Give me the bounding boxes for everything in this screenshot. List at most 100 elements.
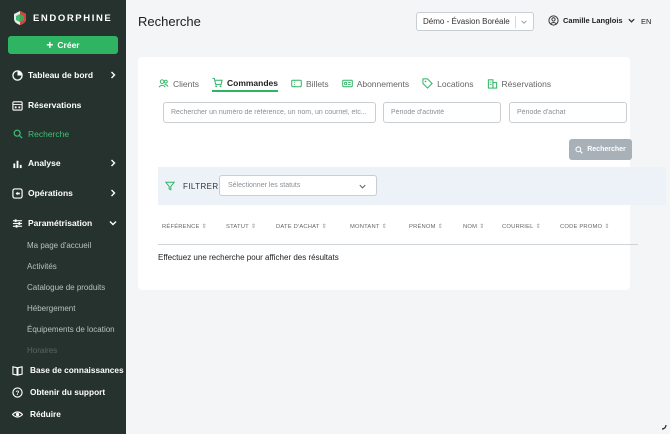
sidebar-item-label: Analyse xyxy=(28,158,61,168)
search-icon xyxy=(575,145,583,154)
sidebar-item-label: Opérations xyxy=(28,188,73,198)
sidebar-subitem-product-catalog[interactable]: Catalogue de produits xyxy=(27,283,105,292)
column-header-last-name[interactable]: NOM ⇕ xyxy=(463,223,485,231)
ticket-icon xyxy=(291,78,302,89)
sliders-icon xyxy=(12,218,23,229)
brand-name: ENDORPHINE xyxy=(33,12,113,24)
results-table-header: RÉFÉRENCE ⇕ STATUT ⇕ DATE D'ACHAT ⇕ MONTANT… xyxy=(158,217,638,245)
sort-icon: ⇕ xyxy=(201,224,207,230)
calendar-icon xyxy=(12,100,23,111)
sidebar-item-search[interactable]: Recherche xyxy=(0,124,126,144)
sort-icon: ⇕ xyxy=(321,224,327,230)
filter-bar: FILTRER Sélectionner les statuts xyxy=(158,167,666,205)
language-toggle[interactable]: EN xyxy=(641,17,651,26)
sidebar-subitem-schedules[interactable]: Horaires xyxy=(27,346,57,355)
search-button[interactable]: Rechercher xyxy=(569,139,632,160)
sidebar-item-label: Base de connaissances xyxy=(30,365,124,375)
card-icon xyxy=(341,78,353,89)
page-title: Recherche xyxy=(138,14,201,29)
sidebar-item-analysis[interactable]: Analyse xyxy=(0,153,126,173)
sidebar-item-label: Réduire xyxy=(30,409,61,419)
sort-icon: ⇕ xyxy=(604,224,610,230)
filter-label: FILTRER xyxy=(183,181,219,191)
cart-icon xyxy=(212,77,223,88)
sidebar-item-support[interactable]: ? Obtenir du support xyxy=(0,383,126,401)
column-header-reference[interactable]: RÉFÉRENCE ⇕ xyxy=(162,223,207,231)
sidebar-item-operations[interactable]: Opérations xyxy=(0,183,126,203)
help-icon: ? xyxy=(12,386,23,398)
dashboard-icon xyxy=(12,69,23,81)
sidebar-item-label: Tableau de bord xyxy=(28,70,94,80)
sidebar-item-dashboard[interactable]: Tableau de bord xyxy=(0,65,126,85)
search-tabs: Clients Commandes Billets Abonnements Lo… xyxy=(158,77,564,92)
tab-label: Billets xyxy=(306,78,329,89)
eye-icon xyxy=(12,409,23,420)
logo[interactable]: ENDORPHINE xyxy=(12,10,112,26)
tab-label: Clients xyxy=(173,78,199,89)
tab-clients[interactable]: Clients xyxy=(158,77,199,92)
sort-icon: ⇕ xyxy=(535,224,541,230)
search-query-input[interactable] xyxy=(163,102,376,123)
status-select[interactable]: Sélectionner les statuts xyxy=(219,175,377,196)
purchase-period-input[interactable] xyxy=(509,102,627,123)
column-header-email[interactable]: COURRIEL ⇕ xyxy=(502,223,541,231)
tab-reservations[interactable]: Réservations xyxy=(487,77,552,92)
tab-label: Réservations xyxy=(501,78,552,89)
column-header-first-name[interactable]: PRÉNOM ⇕ xyxy=(409,223,443,231)
chevron-right-icon xyxy=(111,71,116,79)
sidebar-subitem-lodging[interactable]: Hébergement xyxy=(27,304,75,313)
chevron-right-icon xyxy=(111,189,116,197)
tab-label: Commandes xyxy=(226,77,278,88)
tag-icon xyxy=(422,78,433,89)
tab-subscriptions[interactable]: Abonnements xyxy=(341,77,410,92)
building-icon xyxy=(487,78,498,89)
column-header-amount[interactable]: MONTANT ⇕ xyxy=(350,223,387,231)
user-name: Camille Langlois xyxy=(563,16,623,25)
status-select-placeholder: Sélectionner les statuts xyxy=(228,182,301,189)
sidebar-item-label: Réservations xyxy=(28,100,82,110)
create-button-label: Créer xyxy=(57,40,80,50)
sidebar-item-collapse[interactable]: Réduire xyxy=(0,405,126,423)
sort-icon: ⇕ xyxy=(381,224,387,230)
sidebar-item-label: Paramétrisation xyxy=(28,218,93,228)
search-icon xyxy=(12,129,23,140)
logo-mark-icon xyxy=(14,11,26,25)
chevron-down-icon xyxy=(627,18,635,23)
bar-chart-icon xyxy=(12,158,23,169)
organization-select[interactable]: Démo - Évasion Boréale xyxy=(416,12,534,31)
column-header-purchase-date[interactable]: DATE D'ACHAT ⇕ xyxy=(276,223,327,231)
tab-label: Locations xyxy=(437,78,474,89)
column-header-promo-code[interactable]: CODE PROMO ⇕ xyxy=(560,223,610,231)
select-divider xyxy=(515,16,516,28)
chevron-down-icon xyxy=(359,184,366,189)
users-icon xyxy=(158,78,169,89)
tab-rentals[interactable]: Locations xyxy=(422,77,474,92)
operations-icon xyxy=(12,187,23,199)
filter-icon xyxy=(165,181,175,191)
sort-icon: ⇕ xyxy=(479,224,485,230)
organization-select-value: Démo - Évasion Boréale xyxy=(423,17,510,26)
user-menu[interactable]: Camille Langlois xyxy=(548,15,636,26)
sidebar-item-knowledge-base[interactable]: Base de connaissances xyxy=(0,361,126,379)
sidebar-subitem-rental-equipment[interactable]: Équipements de location xyxy=(27,325,115,334)
sidebar: ENDORPHINE + Créer Tableau de bord Réser… xyxy=(0,0,126,434)
sidebar-item-label: Obtenir du support xyxy=(30,387,106,397)
tab-label: Abonnements xyxy=(356,78,410,89)
tab-orders[interactable]: Commandes xyxy=(211,77,278,92)
sidebar-subitem-home-page[interactable]: Ma page d'accueil xyxy=(27,241,91,250)
tab-tickets[interactable]: Billets xyxy=(291,77,329,92)
chevron-down-icon xyxy=(521,20,527,24)
sort-icon: ⇕ xyxy=(437,224,443,230)
user-avatar-icon xyxy=(548,15,559,26)
sidebar-subitem-activities[interactable]: Activités xyxy=(27,262,57,271)
sidebar-item-settings[interactable]: Paramétrisation xyxy=(0,213,126,233)
empty-results-message: Effectuez une recherche pour afficher de… xyxy=(158,253,339,262)
svg-text:?: ? xyxy=(16,389,20,396)
search-button-label: Rechercher xyxy=(587,146,626,153)
activity-period-input[interactable] xyxy=(383,102,501,123)
column-header-status[interactable]: STATUT ⇕ xyxy=(226,223,257,231)
sidebar-item-reservations[interactable]: Réservations xyxy=(0,95,126,115)
sort-icon: ⇕ xyxy=(250,224,257,230)
create-button[interactable]: + Créer xyxy=(8,36,118,54)
loading-spinner-icon xyxy=(661,424,667,430)
